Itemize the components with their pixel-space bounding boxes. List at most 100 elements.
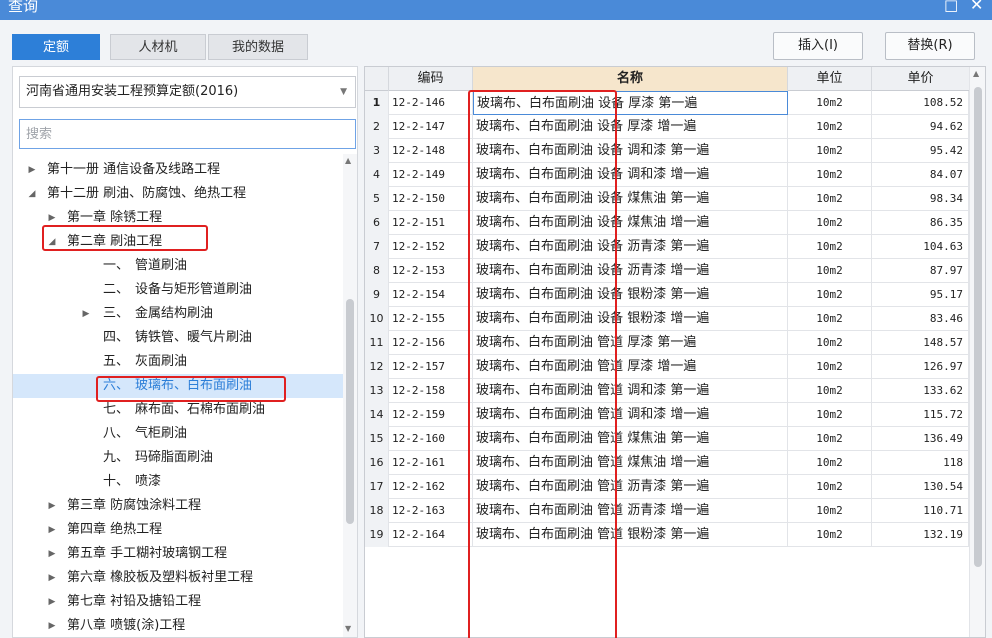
tree-node[interactable]: 十、 喷漆 — [13, 470, 343, 494]
cell-code[interactable]: 12-2-155 — [389, 307, 473, 331]
tree-scrollbar[interactable]: ▲ ▼ — [343, 154, 357, 637]
tree-node[interactable]: ▶ 第五章 手工糊衬玻璃钢工程 — [13, 542, 343, 566]
cell-unit[interactable]: 10m2 — [788, 379, 872, 403]
cell-code[interactable]: 12-2-157 — [389, 355, 473, 379]
tree-node[interactable]: ▶ 第四章 绝热工程 — [13, 518, 343, 542]
cell-code[interactable]: 12-2-147 — [389, 115, 473, 139]
header-name[interactable]: 名称 — [473, 67, 788, 91]
table-row[interactable]: 9 12-2-154 玻璃布、白布面刷油 设备 银粉漆 第一遍 10m2 95.17 — [365, 283, 969, 307]
cell-code[interactable]: 12-2-160 — [389, 427, 473, 451]
cell-unit[interactable]: 10m2 — [788, 475, 872, 499]
cell-name[interactable]: 玻璃布、白布面刷油 管道 厚漆 增一遍 — [473, 355, 788, 379]
table-row[interactable]: 18 12-2-163 玻璃布、白布面刷油 管道 沥青漆 增一遍 10m2 110.71 — [365, 499, 969, 523]
cell-code[interactable]: 12-2-151 — [389, 211, 473, 235]
cell-price[interactable]: 98.34 — [872, 187, 969, 211]
cell-unit[interactable]: 10m2 — [788, 403, 872, 427]
cell-code[interactable]: 12-2-161 — [389, 451, 473, 475]
tree-scrollbar-thumb[interactable] — [346, 299, 354, 524]
cell-unit[interactable]: 10m2 — [788, 91, 872, 115]
tree-node[interactable]: 一、 管道刷油 — [13, 254, 343, 278]
cell-price[interactable]: 110.71 — [872, 499, 969, 523]
cell-code[interactable]: 12-2-154 — [389, 283, 473, 307]
cell-name[interactable]: 玻璃布、白布面刷油 管道 煤焦油 第一遍 — [473, 427, 788, 451]
cell-price[interactable]: 104.63 — [872, 235, 969, 259]
tree-node[interactable]: 八、 气柜刷油 — [13, 422, 343, 446]
cell-unit[interactable]: 10m2 — [788, 187, 872, 211]
scroll-up-icon[interactable]: ▲ — [973, 69, 979, 78]
cell-price[interactable]: 126.97 — [872, 355, 969, 379]
table-row[interactable]: 12 12-2-157 玻璃布、白布面刷油 管道 厚漆 增一遍 10m2 126.97 — [365, 355, 969, 379]
cell-name[interactable]: 玻璃布、白布面刷油 管道 厚漆 第一遍 — [473, 331, 788, 355]
table-row[interactable]: 2 12-2-147 玻璃布、白布面刷油 设备 厚漆 增一遍 10m2 94.62 — [365, 115, 969, 139]
tree-node[interactable]: ▶ 三、 金属结构刷油 — [13, 302, 343, 326]
cell-unit[interactable]: 10m2 — [788, 427, 872, 451]
cell-name[interactable]: 玻璃布、白布面刷油 设备 沥青漆 增一遍 — [473, 259, 788, 283]
cell-name[interactable]: 玻璃布、白布面刷油 设备 沥青漆 第一遍 — [473, 235, 788, 259]
tab-my-data[interactable]: 我的数据 — [208, 34, 308, 60]
cell-price[interactable]: 132.19 — [872, 523, 969, 547]
cell-name[interactable]: 玻璃布、白布面刷油 设备 银粉漆 第一遍 — [473, 283, 788, 307]
tree-node[interactable]: ▶ 第十一册 通信设备及线路工程 — [13, 158, 343, 182]
expand-icon[interactable]: ▶ — [47, 566, 57, 590]
cell-unit[interactable]: 10m2 — [788, 355, 872, 379]
table-row[interactable]: 17 12-2-162 玻璃布、白布面刷油 管道 沥青漆 第一遍 10m2 130.54 — [365, 475, 969, 499]
minimize-icon[interactable]: □ — [944, 0, 958, 15]
expand-icon[interactable]: ▶ — [81, 302, 91, 326]
cell-code[interactable]: 12-2-153 — [389, 259, 473, 283]
cell-price[interactable]: 95.42 — [872, 139, 969, 163]
header-price[interactable]: 单价 — [872, 67, 969, 91]
tree-node[interactable]: 五、 灰面刷油 — [13, 350, 343, 374]
cell-name[interactable]: 玻璃布、白布面刷油 设备 厚漆 增一遍 — [473, 115, 788, 139]
table-row[interactable]: 19 12-2-164 玻璃布、白布面刷油 管道 银粉漆 第一遍 10m2 132.19 — [365, 523, 969, 547]
cell-name[interactable]: 玻璃布、白布面刷油 管道 沥青漆 第一遍 — [473, 475, 788, 499]
close-icon[interactable]: ✕ — [970, 0, 983, 15]
table-row[interactable]: 5 12-2-150 玻璃布、白布面刷油 设备 煤焦油 第一遍 10m2 98.34 — [365, 187, 969, 211]
tree-node[interactable]: ▶ 第三章 防腐蚀涂料工程 — [13, 494, 343, 518]
table-row[interactable]: 7 12-2-152 玻璃布、白布面刷油 设备 沥青漆 第一遍 10m2 104.63 — [365, 235, 969, 259]
cell-unit[interactable]: 10m2 — [788, 163, 872, 187]
quota-library-select[interactable]: 河南省通用安装工程预算定额(2016) ▼ — [19, 76, 356, 108]
table-scrollbar[interactable]: ▲ — [969, 67, 985, 637]
cell-unit[interactable]: 10m2 — [788, 235, 872, 259]
cell-name[interactable]: 玻璃布、白布面刷油 管道 沥青漆 增一遍 — [473, 499, 788, 523]
cell-code[interactable]: 12-2-149 — [389, 163, 473, 187]
cell-price[interactable]: 94.62 — [872, 115, 969, 139]
table-row[interactable]: 10 12-2-155 玻璃布、白布面刷油 设备 银粉漆 增一遍 10m2 83.46 — [365, 307, 969, 331]
tree-node[interactable]: ▶ 第六章 橡胶板及塑料板衬里工程 — [13, 566, 343, 590]
table-row[interactable]: 15 12-2-160 玻璃布、白布面刷油 管道 煤焦油 第一遍 10m2 136.49 — [365, 427, 969, 451]
cell-price[interactable]: 95.17 — [872, 283, 969, 307]
table-row[interactable]: 4 12-2-149 玻璃布、白布面刷油 设备 调和漆 增一遍 10m2 84.07 — [365, 163, 969, 187]
scroll-up-icon[interactable]: ▲ — [345, 156, 351, 165]
header-code[interactable]: 编码 — [389, 67, 473, 91]
cell-code[interactable]: 12-2-164 — [389, 523, 473, 547]
cell-code[interactable]: 12-2-163 — [389, 499, 473, 523]
insert-button[interactable]: 插入(I) — [773, 32, 863, 60]
tree-node[interactable]: ▶ 第七章 衬铅及搪铅工程 — [13, 590, 343, 614]
expand-icon[interactable]: ▶ — [47, 542, 57, 566]
cell-unit[interactable]: 10m2 — [788, 451, 872, 475]
collapse-icon[interactable]: ◢ — [27, 182, 37, 206]
tab-labor-material-machine[interactable]: 人材机 — [110, 34, 206, 60]
cell-name[interactable]: 玻璃布、白布面刷油 设备 煤焦油 第一遍 — [473, 187, 788, 211]
cell-unit[interactable]: 10m2 — [788, 259, 872, 283]
cell-unit[interactable]: 10m2 — [788, 115, 872, 139]
cell-unit[interactable]: 10m2 — [788, 499, 872, 523]
table-scrollbar-thumb[interactable] — [974, 87, 982, 567]
cell-code[interactable]: 12-2-158 — [389, 379, 473, 403]
expand-icon[interactable]: ▶ — [47, 518, 57, 542]
tree-node[interactable]: ◢ 第十二册 刷油、防腐蚀、绝热工程 — [13, 182, 343, 206]
tree-node[interactable]: 六、 玻璃布、白布面刷油 — [13, 374, 343, 398]
search-input[interactable] — [19, 119, 356, 149]
table-row[interactable]: 14 12-2-159 玻璃布、白布面刷油 管道 调和漆 增一遍 10m2 115.72 — [365, 403, 969, 427]
table-row[interactable]: 1 12-2-146 玻璃布、白布面刷油 设备 厚漆 第一遍 10m2 108.52 — [365, 91, 969, 115]
header-unit[interactable]: 单位 — [788, 67, 872, 91]
cell-price[interactable]: 84.07 — [872, 163, 969, 187]
cell-name[interactable]: 玻璃布、白布面刷油 设备 煤焦油 增一遍 — [473, 211, 788, 235]
cell-price[interactable]: 148.57 — [872, 331, 969, 355]
expand-icon[interactable]: ▶ — [27, 158, 37, 182]
cell-code[interactable]: 12-2-156 — [389, 331, 473, 355]
cell-code[interactable]: 12-2-152 — [389, 235, 473, 259]
cell-unit[interactable]: 10m2 — [788, 211, 872, 235]
cell-name[interactable]: 玻璃布、白布面刷油 管道 煤焦油 增一遍 — [473, 451, 788, 475]
cell-unit[interactable]: 10m2 — [788, 331, 872, 355]
